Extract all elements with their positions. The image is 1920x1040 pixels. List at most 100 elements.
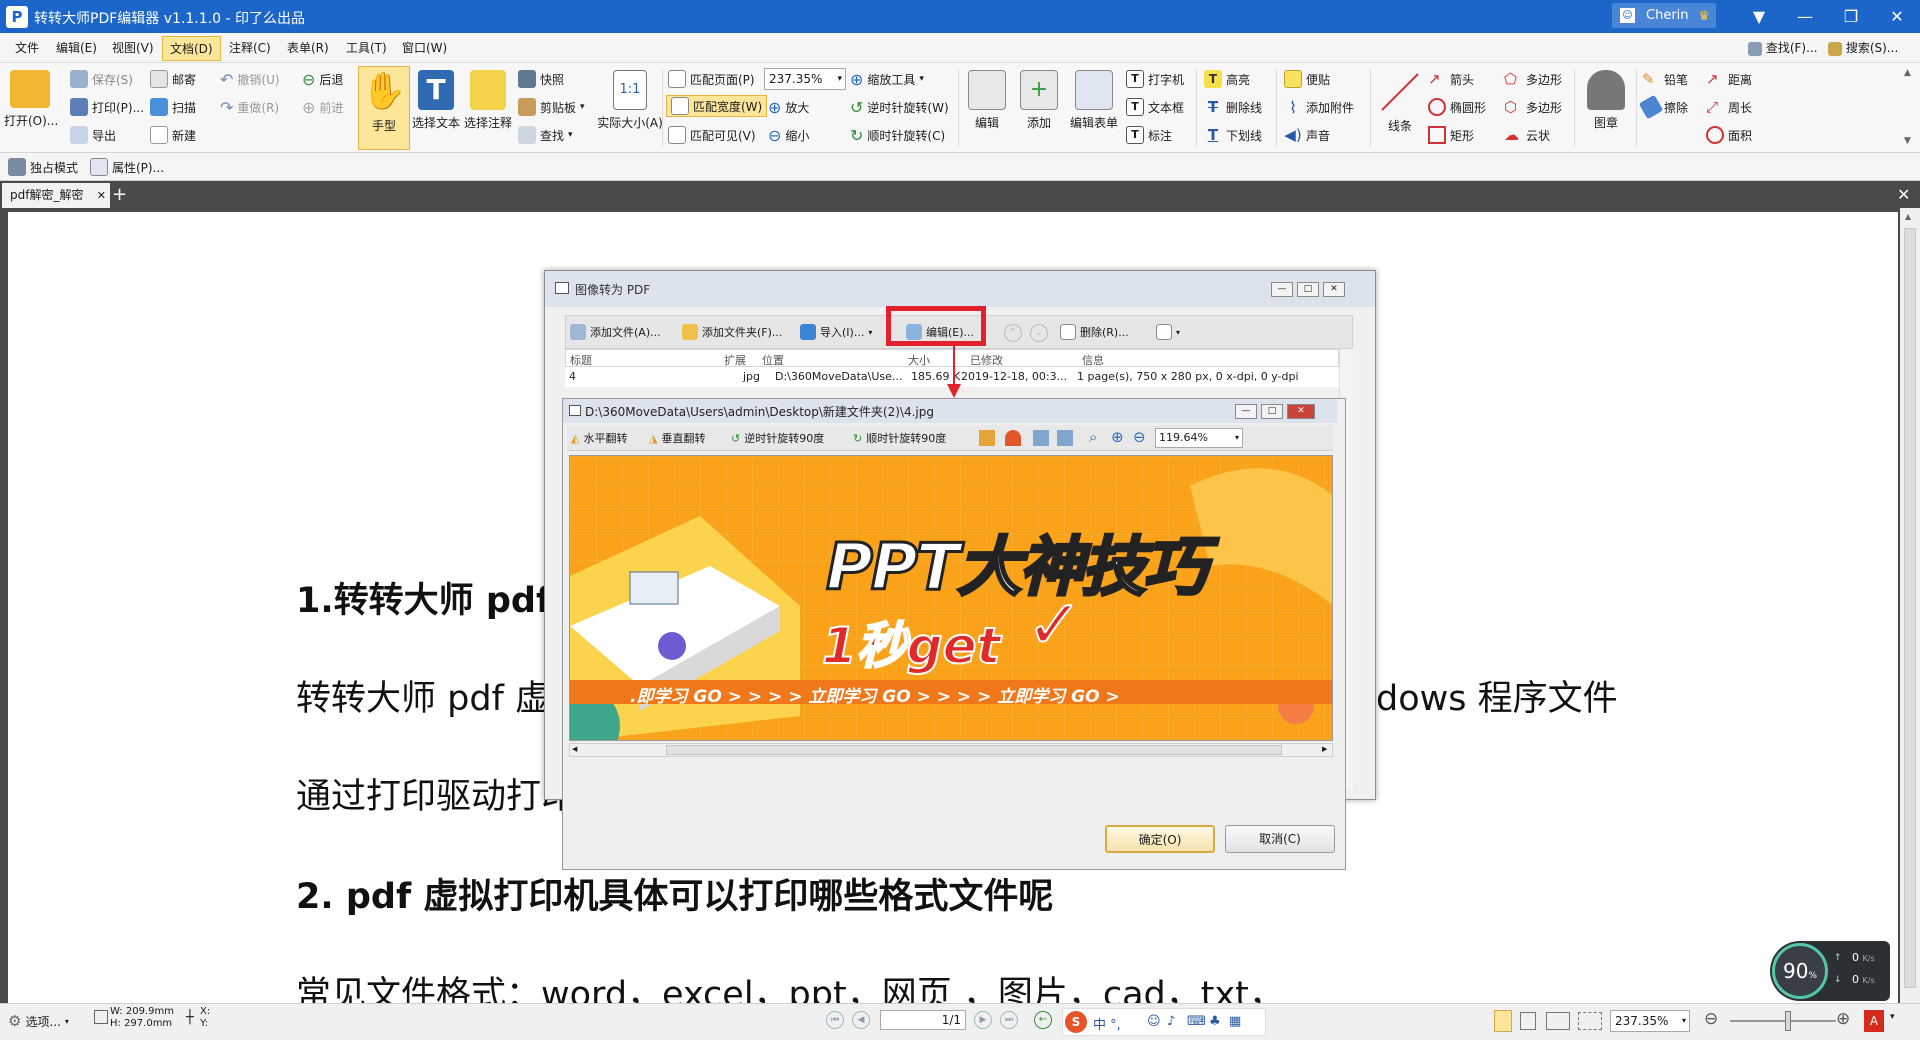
mail-button[interactable]: 邮寄 [150,68,196,90]
snapshot-button[interactable]: 快照 [518,68,564,90]
ime-toolbar[interactable]: S 中 °, ☺ ♪ ⌨ ♣ ▦ [1062,1008,1266,1036]
dialog-close-button[interactable]: ✕ [1323,282,1345,297]
attach-file-button[interactable]: ⌇ 添加附件 [1284,96,1354,118]
color-adjust-icon[interactable] [1005,430,1021,446]
menu-view[interactable]: 视图(V) [112,39,154,56]
cancel-button[interactable]: 取消(C) [1225,825,1335,853]
eraser-tool-button[interactable]: 擦除 [1638,94,1688,120]
zoom-in-button[interactable]: ⊕ 放大 [768,96,809,118]
minimize-button[interactable]: — [1782,0,1828,33]
rotate-ccw-button[interactable]: ↺ 逆时针旋转(W) [850,96,949,118]
arrow-tool-button[interactable]: ↗ 箭头 [1428,68,1474,90]
typewriter-button[interactable]: T 打字机 [1126,68,1184,90]
network-speed-widget[interactable]: 90% ↑ ↓ 0 K/s 0 K/s [1770,941,1890,1001]
zoom-fit-icon[interactable]: ⌕ [1089,428,1097,446]
status-zoom-combobox[interactable]: 237.35% ▾ [1610,1010,1690,1032]
move-up-icon[interactable]: ⌃ [1004,324,1022,342]
editor-zoom-out-icon[interactable]: ⊖ [1133,428,1146,446]
menu-document[interactable]: 文档(D) [162,36,221,61]
rectangle-tool-button[interactable]: 矩形 [1428,124,1474,146]
scrollbar-thumb[interactable] [1904,228,1916,988]
continuous-view-icon[interactable] [1520,1012,1536,1030]
print-button[interactable]: 打印(P)... [70,96,144,118]
polygon-line-tool-button[interactable]: ⬠ 多边形 [1504,68,1562,90]
zoom-slider-thumb[interactable] [1785,1011,1791,1031]
facing-view-icon[interactable] [1546,1012,1570,1030]
column-size[interactable]: 大小 [908,352,930,368]
exclusive-mode-button[interactable]: 独占模式 [8,156,78,178]
underline-button[interactable]: T 下划线 [1204,124,1262,146]
flip-horizontal-button[interactable]: ◭ 水平翻转 [571,427,627,449]
add-folder-button[interactable]: 添加文件夹(F)... [682,321,782,343]
next-page-icon[interactable]: ▶ [974,1011,992,1029]
forward-button[interactable]: ⊕ 前进 [302,96,343,118]
highlight-button[interactable]: T 高亮 [1204,68,1250,90]
menu-comment[interactable]: 注释(C) [229,39,271,56]
previous-page-icon[interactable]: ◀ [852,1011,870,1029]
rotate-cw-button[interactable]: ↻ 顺时针旋转(C) [850,124,945,146]
back-button[interactable]: ⊖ 后退 [302,68,343,90]
new-button[interactable]: 新建 [150,124,196,146]
flip-vertical-button[interactable]: ◮ 垂直翻转 [649,427,705,449]
hand-tool-button[interactable]: ✋ 手型 [358,66,410,150]
find-tool-button[interactable]: 查找 ▾ [518,124,573,146]
editor-scroll-thumb[interactable] [666,745,1282,755]
restore-button[interactable]: ❐ [1828,0,1874,33]
column-extension[interactable]: 扩展 [724,352,746,368]
redo-button[interactable]: ↷ 重做(R) [220,96,279,118]
zoom-slider-track[interactable] [1730,1020,1836,1022]
scroll-up-icon[interactable]: ▲ [1905,212,1911,221]
editor-close-button[interactable]: ✕ [1287,404,1315,419]
distance-tool-button[interactable]: ↗ 距离 [1706,68,1752,90]
chevron-down-icon[interactable]: ▾ [1890,1012,1895,1022]
polygon-tool-button[interactable]: ⬡ 多边形 [1504,96,1562,118]
ribbon-scroll-down-icon[interactable]: ▼ [1904,136,1911,146]
perimeter-tool-button[interactable]: ⤢ 周长 [1706,96,1752,118]
view-options-button[interactable]: ▾ [1156,321,1180,343]
column-modified[interactable]: 已修改 [970,352,1003,368]
find-button[interactable]: 查找(F)... [1748,39,1818,56]
column-info[interactable]: 信息 [1082,352,1104,368]
line-tool-button[interactable]: 线条 [1374,70,1426,134]
area-tool-button[interactable]: 面积 [1706,124,1752,146]
zoom-combobox[interactable]: 237.35% ▾ [764,68,846,90]
select-annotation-button[interactable]: 选择注释 [462,70,514,131]
menu-form[interactable]: 表单(R) [287,39,329,56]
search-button[interactable]: 搜索(S)... [1828,39,1898,56]
cloud-tool-button[interactable]: ☁ 云状 [1504,124,1550,146]
column-title[interactable]: 标题 [570,352,592,368]
edit-form-button[interactable]: 编辑表单 [1066,70,1122,131]
new-tab-plus-icon[interactable]: + [112,181,127,208]
delete-button[interactable]: 删除(R)... [1060,321,1129,343]
scan-button[interactable]: 扫描 [150,96,196,118]
status-zoom-in-icon[interactable]: ⊕ [1836,1009,1850,1029]
strikethrough-button[interactable]: T 删除线 [1204,96,1262,118]
menu-window[interactable]: 窗口(W) [402,39,447,56]
fit-page-button[interactable]: 匹配页面(P) [668,68,755,90]
tab-document[interactable]: pdf解密_解密 ✕ [2,183,110,208]
scroll-right-icon[interactable]: ▶ [1322,745,1327,753]
rotate-cw-90-button[interactable]: ↻ 顺时针旋转90度 [853,427,946,449]
dialog-maximize-button[interactable]: □ [1297,282,1319,297]
sticky-note-button[interactable]: 便贴 [1284,68,1330,90]
clipboard-button[interactable]: 剪贴板 ▾ [518,96,585,118]
rotate-ccw-90-button[interactable]: ↺ 逆时针旋转90度 [731,427,824,449]
continuous-facing-view-icon[interactable] [1578,1012,1602,1030]
textbox-button[interactable]: T 文本框 [1126,96,1184,118]
single-page-view-icon[interactable] [1494,1010,1512,1032]
options-button[interactable]: ⚙ 选项... ▾ [8,1010,69,1032]
fit-width-button[interactable]: 匹配宽度(W) [666,95,768,117]
editor-zoom-in-icon[interactable]: ⊕ [1111,428,1124,446]
pdf-logo-icon[interactable]: A [1864,1010,1884,1032]
user-account-button[interactable]: ☺ Cherin ♛ [1612,3,1716,28]
page-number-input[interactable]: 1/1 [880,1010,966,1030]
ribbon-collapse-button[interactable]: ▼ [1736,0,1782,33]
column-location[interactable]: 位置 [762,352,784,368]
save-button[interactable]: 保存(S) [70,68,133,90]
ribbon-scroll-up-icon[interactable]: ▲ [1904,68,1911,78]
pencil-tool-button[interactable]: ✎ 铅笔 [1642,68,1688,90]
vertical-scrollbar[interactable]: ▲ [1900,208,1920,1003]
properties-button[interactable]: 属性(P)... [90,156,164,178]
tab-close-icon[interactable]: ✕ [97,183,106,208]
scroll-left-icon[interactable]: ◀ [572,745,577,753]
